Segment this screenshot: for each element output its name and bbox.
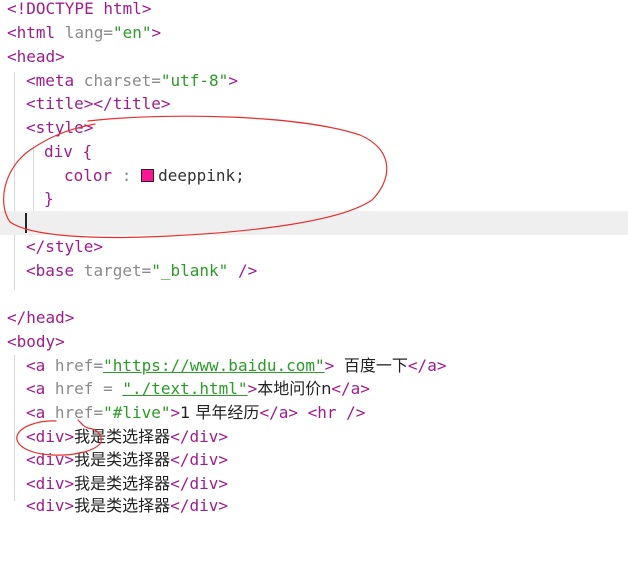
string-token: "_blank" [151,261,229,280]
tag-token: <head> [7,47,65,66]
attr-token: href [45,403,94,422]
attr-token: target [74,261,142,280]
code-line: <title></title> [0,92,628,116]
doctype-token: <!DOCTYPE html> [7,0,152,18]
string-token: "utf-8" [160,71,229,90]
current-line-highlight [0,211,628,235]
code-line: <html lang="en"> [0,21,628,45]
code-line: <!DOCTYPE html> [0,0,628,21]
attr-token: href [45,356,94,375]
code-editor[interactable]: <!DOCTYPE html> <html lang="en"> <head> … [0,0,628,515]
tag-token: <div> [26,474,75,493]
code-line: } [0,187,628,211]
attr-token: href [45,379,104,398]
tag-token: <title></title> [26,94,171,113]
string-token: "en" [112,23,152,42]
tag-token: <a [26,379,46,398]
code-line: <div>我是类选择器</div> [0,494,628,518]
tag-token: /> [228,261,258,280]
selector-token: div { [44,142,93,161]
punct-token: = [141,261,152,280]
tag-token: </div> [170,496,228,515]
punct-token: = [93,403,104,422]
tag-token: </a> [331,379,370,398]
text-token: 1 早年经历 [180,403,260,422]
tag-token: <a [26,403,46,422]
text-token: 我是类选择器 [74,474,171,493]
code-line: <a href="#live">1 早年经历</a> <hr /> [0,401,628,425]
color-swatch-icon[interactable] [141,169,155,182]
text-token: 我是类选择器 [74,450,171,469]
tag-token: > [151,23,162,42]
code-line: <div>我是类选择器</div> [0,448,628,472]
tag-token: </div> [170,474,228,493]
code-line: <a href="https://www.baidu.com"> 百度一下</a… [0,354,628,378]
code-line: <style> [0,116,628,140]
text-token: 我是类选择器 [74,427,171,446]
tag-token: </div> [170,450,228,469]
tag-token: <a [26,356,46,375]
text-cursor [25,213,27,233]
text-token: 本地问价n [257,379,332,398]
code-line: <div>我是类选择器</div> [0,425,628,449]
tag-token: <meta [26,71,75,90]
code-line: <meta charset="utf-8"> [0,69,628,93]
code-line: <body> [0,330,628,354]
attr-token: charset [74,71,152,90]
tag-token: </style> [26,237,104,256]
code-line: <div>我是类选择器</div> [0,472,628,496]
tag-token: > [170,403,181,422]
url-link[interactable]: "https://www.baidu.com" [103,356,325,375]
url-link[interactable]: "./text.html" [122,379,247,398]
punct-token: = [151,71,161,90]
tag-token: > [228,71,238,90]
code-line: </head> [0,306,628,330]
punct-token: = [103,379,123,398]
tag-token: <style> [26,118,94,137]
tag-token: > [324,356,344,375]
tag-token: <div> [26,450,75,469]
tag-token: </a> [407,356,447,375]
code-line: <head> [0,45,628,69]
tag-token: </div> [170,427,228,446]
tag-token: <html [7,23,56,42]
text-token: 百度一下 [343,356,408,375]
tag-token: <hr /> [297,403,366,422]
value-token: deeppink; [158,166,245,185]
punct-token: : [112,166,142,185]
tag-token: <div> [26,496,75,515]
string-token: "#live" [103,403,171,422]
tag-token: <div> [26,427,75,446]
punct-token: = [103,23,113,42]
code-line: color : deeppink; [0,164,628,188]
tag-token: <base [26,261,75,280]
code-line: <a href = "./text.html">本地问价n</a> [0,377,628,401]
tag-token: > [247,379,258,398]
tag-token: <body> [7,332,65,351]
code-line: </style> [0,235,628,259]
attr-token: lang [55,23,104,42]
text-token: 我是类选择器 [74,496,171,515]
code-line: div { [0,140,628,164]
property-token: color [64,166,113,185]
tag-token: </a> [259,403,298,422]
tag-token: </head> [7,308,75,327]
brace-token: } [44,189,54,208]
code-line: <base target="_blank" /> [0,259,628,283]
punct-token: = [93,356,104,375]
